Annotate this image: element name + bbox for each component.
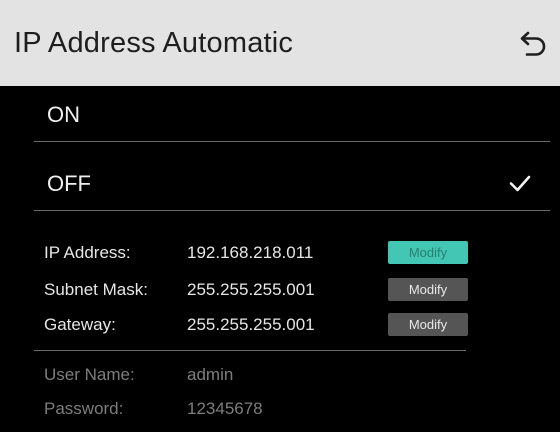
header-bar: IP Address Automatic	[0, 0, 560, 86]
divider	[34, 350, 466, 351]
gateway-modify-button[interactable]: Modify	[388, 313, 468, 336]
password-row: Password: 12345678	[44, 396, 514, 422]
option-on-label: ON	[47, 102, 80, 127]
password-value: 12345678	[187, 399, 263, 418]
subnet-mask-modify-button[interactable]: Modify	[388, 278, 468, 301]
ip-address-value: 192.168.218.011	[187, 243, 314, 262]
ip-settings-screen: IP Address Automatic ON OFF IP Address: …	[0, 0, 560, 432]
divider	[34, 210, 550, 211]
gateway-label: Gateway:	[44, 315, 116, 334]
user-name-label: User Name:	[44, 365, 135, 384]
subnet-mask-label: Subnet Mask:	[44, 280, 148, 299]
ip-address-modify-button[interactable]: Modify	[388, 241, 468, 264]
subnet-mask-row: Subnet Mask: 255.255.255.001 Modify	[44, 277, 514, 303]
option-off[interactable]: OFF	[34, 155, 550, 213]
ip-address-label: IP Address:	[44, 243, 131, 262]
password-label: Password:	[44, 399, 124, 418]
back-button[interactable]	[514, 26, 554, 62]
checkmark-icon	[509, 175, 531, 192]
user-name-row: User Name: admin	[44, 362, 514, 388]
divider	[34, 141, 550, 142]
option-off-label: OFF	[47, 171, 91, 196]
subnet-mask-value: 255.255.255.001	[187, 280, 315, 299]
option-on[interactable]: ON	[34, 86, 550, 144]
gateway-value: 255.255.255.001	[187, 315, 315, 334]
user-name-value: admin	[187, 365, 234, 384]
back-arrow-icon	[520, 31, 546, 56]
content-area: ON OFF IP Address: 192.168.218.011 Modif…	[0, 86, 560, 432]
ip-address-row: IP Address: 192.168.218.011 Modify	[44, 240, 514, 266]
page-title: IP Address Automatic	[14, 27, 294, 59]
gateway-row: Gateway: 255.255.255.001 Modify	[44, 312, 514, 338]
